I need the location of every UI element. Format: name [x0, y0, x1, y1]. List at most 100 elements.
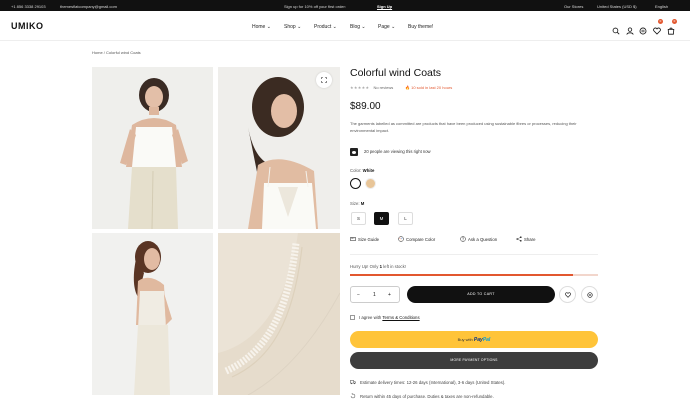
account-icon[interactable]: [626, 22, 634, 35]
nav-item-buy-theme[interactable]: Buy theme!: [408, 24, 433, 30]
review-count: No reviews: [373, 85, 394, 90]
stock-progress-fill: [350, 274, 574, 276]
search-icon[interactable]: [612, 22, 620, 35]
color-label: Color: White: [350, 168, 374, 173]
quantity-stepper[interactable]: − 1 +: [350, 286, 400, 303]
cart-count-badge: 0: [672, 19, 677, 24]
topbar-phone[interactable]: +1 856 3338 29103: [11, 4, 46, 9]
size-label: Size: M: [350, 201, 364, 206]
compare-color-label: Compare Color: [406, 237, 436, 242]
size-value: M: [360, 201, 365, 206]
nav-label: Home: [252, 24, 266, 30]
share-icon: [516, 236, 522, 242]
color-label-text: Color:: [350, 168, 362, 173]
heart-icon: [564, 291, 571, 298]
size-option-m[interactable]: M: [374, 212, 389, 225]
breadcrumb[interactable]: Home / Colorful wind Coats: [92, 50, 141, 55]
stock-warning-prefix: Hurry Up! Only: [350, 264, 379, 269]
fire-icon: 🔥: [405, 85, 410, 90]
product-photo-back[interactable]: [218, 67, 340, 229]
add-to-cart-button[interactable]: ADD TO CART: [407, 286, 555, 303]
header-icons: 0 0: [610, 19, 680, 35]
expand-icon: [321, 77, 327, 83]
nav-label: Shop: [284, 24, 296, 30]
nav-item-page[interactable]: Page ⌄: [378, 24, 395, 30]
product-title: Colorful wind Coats: [350, 67, 442, 79]
topbar-email[interactable]: themesflatcompany@gmail.com: [60, 4, 117, 9]
size-label-text: Size:: [350, 201, 360, 206]
product-description: The garments labelled as committed are p…: [350, 121, 577, 133]
stock-warning: Hurry Up! Only 1 left in stock!: [350, 264, 406, 269]
size-guide-link[interactable]: Size Guide: [350, 236, 379, 242]
zoom-button[interactable]: [316, 72, 332, 88]
nav-item-blog[interactable]: Blog ⌄: [350, 24, 366, 30]
return-icon: [350, 393, 356, 399]
compare-icon: [586, 291, 593, 298]
paypal-button[interactable]: Buy with PayPal: [350, 331, 598, 348]
nav-item-home[interactable]: Home ⌄: [252, 24, 271, 30]
topbar-promo: Sign up for 10% off your first order:: [284, 3, 346, 9]
terms-agreement[interactable]: I agree with Terms & Conditions: [350, 315, 420, 320]
wishlist-icon[interactable]: 0: [653, 19, 663, 35]
product-photo-side[interactable]: [92, 233, 213, 395]
eye-icon: [350, 148, 358, 156]
returns-text: Return within 45 days of purchase. Dutie…: [360, 394, 494, 399]
color-swatch-beige[interactable]: [365, 178, 376, 189]
rating-stars: ★★★★★: [350, 85, 370, 90]
site-header: UMIKO Home ⌄ Shop ⌄ Product ⌄ Blog ⌄ Pag…: [0, 11, 690, 41]
nav-item-shop[interactable]: Shop ⌄: [284, 24, 301, 30]
size-option-s[interactable]: S: [351, 212, 366, 225]
stock-progress-bar: [350, 274, 598, 276]
site-logo[interactable]: UMIKO: [11, 21, 44, 31]
wishlist-button[interactable]: [559, 286, 576, 303]
currency-select[interactable]: United States (USD $): [597, 4, 637, 9]
size-guide-label: Size Guide: [358, 237, 380, 242]
color-value: White: [362, 168, 375, 173]
decrease-qty-button[interactable]: −: [357, 292, 360, 298]
sold-text: 10 sold in last 20 hours: [411, 85, 453, 90]
delivery-text: Estimate delivery times: 12-26 days (Int…: [360, 380, 506, 385]
color-swatch-white[interactable]: [350, 178, 361, 189]
ask-question-label: Ask a Question: [468, 237, 498, 242]
nav-label: Page: [378, 24, 390, 30]
qty-value[interactable]: 1: [373, 292, 376, 298]
share-link[interactable]: Share: [516, 236, 535, 242]
delivery-info: Estimate delivery times: 12-26 days (Int…: [350, 379, 505, 385]
our-stores-link[interactable]: Our Stores: [564, 4, 583, 9]
terms-checkbox[interactable]: [350, 315, 355, 320]
nav-item-product[interactable]: Product ⌄: [314, 24, 337, 30]
viewers-text: 20 people are viewing this right now: [364, 149, 431, 155]
compare-color-link[interactable]: Compare Color: [398, 236, 435, 242]
returns-info: Return within 45 days of purchase. Dutie…: [350, 393, 494, 399]
question-icon: [460, 236, 466, 242]
product-photo-front[interactable]: [92, 67, 213, 229]
ruler-icon: [350, 237, 356, 241]
nav-label: Product: [314, 24, 332, 30]
top-announcement-bar: +1 856 3338 29103 themesflatcompany@gmai…: [0, 0, 690, 11]
share-label: Share: [524, 237, 536, 242]
signup-link[interactable]: Sign Up: [377, 4, 392, 9]
stock-count: 1: [379, 264, 383, 269]
nav-label: Blog: [350, 24, 361, 30]
paypal-logo-pal: Pal: [482, 337, 491, 343]
cart-icon[interactable]: 0: [667, 19, 677, 35]
paypal-logo: PayPal: [474, 337, 490, 343]
more-payment-options-button[interactable]: MORE PAYMENT OPTIONS: [350, 352, 598, 369]
section-divider: [350, 254, 598, 255]
wishlist-count-badge: 0: [658, 19, 663, 24]
palette-icon: [398, 236, 404, 242]
compare-icon[interactable]: [639, 22, 647, 35]
compare-button[interactable]: [581, 286, 598, 303]
sold-indicator: 🔥 10 sold in last 20 hours: [405, 85, 452, 90]
rating-row[interactable]: ★★★★★ No reviews: [350, 85, 393, 90]
size-option-l[interactable]: L: [398, 212, 413, 225]
increase-qty-button[interactable]: +: [388, 292, 391, 298]
product-price: $89.00: [350, 101, 381, 112]
viewers-notice: 20 people are viewing this right now: [350, 148, 431, 156]
terms-link[interactable]: Terms & Conditions: [382, 315, 419, 320]
stock-warning-suffix: left in stock!: [383, 264, 406, 269]
product-photo-detail[interactable]: [218, 233, 340, 395]
ask-question-link[interactable]: Ask a Question: [460, 236, 497, 242]
paypal-logo-pay: Pay: [473, 337, 483, 343]
language-select[interactable]: English: [655, 4, 668, 9]
